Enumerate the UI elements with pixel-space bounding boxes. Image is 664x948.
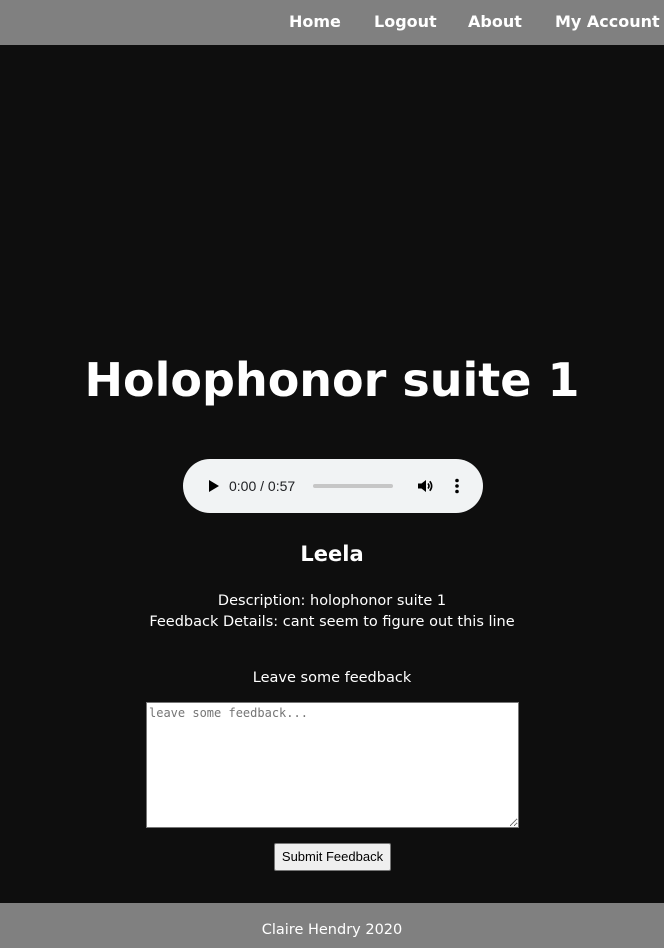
- artist-name: Leela: [300, 542, 364, 566]
- track-description: Description: holophonor suite 1: [217, 593, 447, 609]
- top-navbar: Home Logout About My Account: [0, 0, 664, 45]
- footer-copyright: Claire Hendry 2020: [261, 922, 403, 938]
- feedback-details: Feedback Details: cant seem to figure ou…: [149, 614, 515, 630]
- nav-link-home[interactable]: Home: [289, 12, 341, 32]
- track-title: Holophonor suite 1: [84, 353, 580, 407]
- volume-icon[interactable]: [415, 476, 435, 496]
- feedback-textarea[interactable]: [146, 702, 519, 828]
- play-icon[interactable]: [203, 476, 223, 496]
- feedback-form-heading: Leave some feedback: [252, 670, 412, 686]
- nav-link-logout[interactable]: Logout: [374, 12, 437, 32]
- audio-time-display: 0:00 / 0:57: [229, 478, 296, 494]
- nav-link-my-account[interactable]: My Account: [555, 12, 660, 32]
- audio-player[interactable]: 0:00 / 0:57: [183, 459, 483, 513]
- audio-progress-slider[interactable]: [313, 484, 393, 488]
- more-options-icon[interactable]: [447, 476, 467, 496]
- submit-feedback-button[interactable]: Submit Feedback: [274, 843, 391, 871]
- page-footer: Claire Hendry 2020: [0, 903, 664, 948]
- nav-link-about[interactable]: About: [468, 12, 522, 32]
